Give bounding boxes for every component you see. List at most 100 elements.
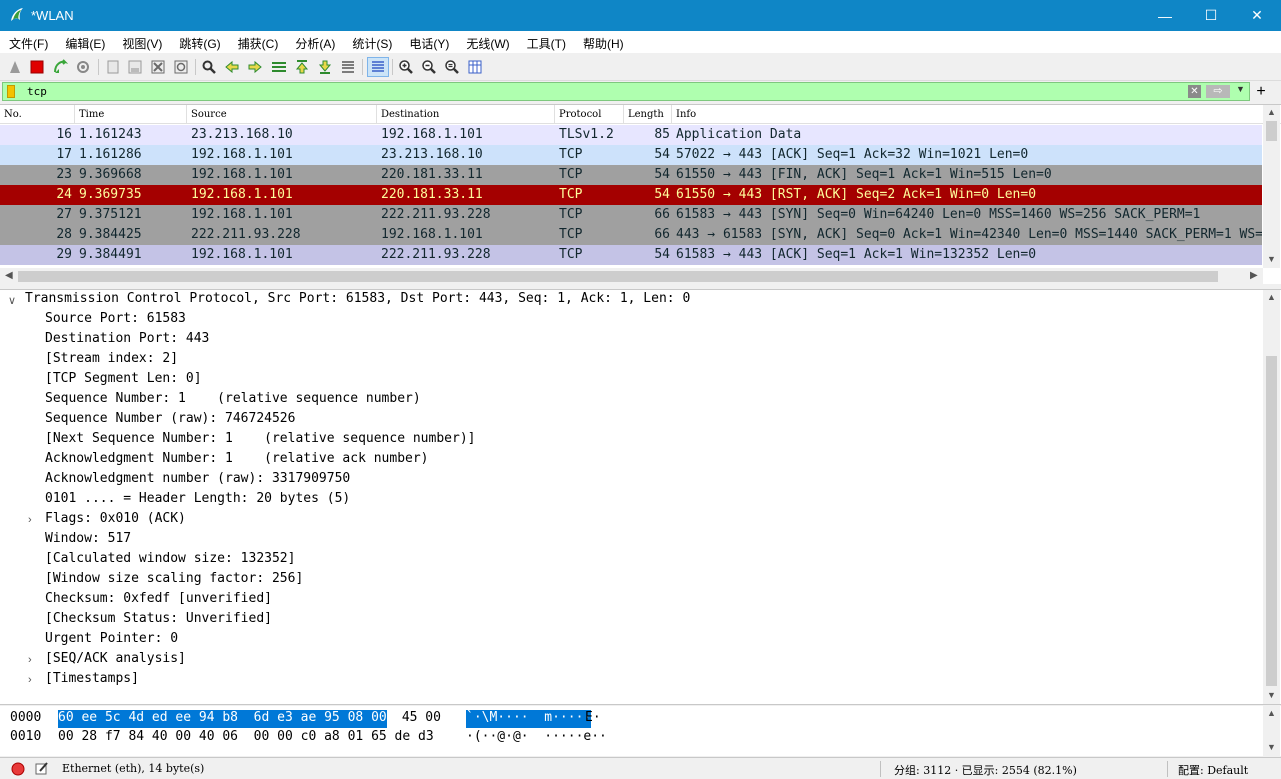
protocol-field-line[interactable]: [TCP Segment Len: 0] [45,371,202,391]
scroll-left-icon[interactable]: ◀ [5,270,13,281]
packet-row[interactable]: 27 9.375121 192.168.1.101 222.211.93.228 TCP… [0,205,1262,225]
packet-row[interactable]: 24 9.369735 192.168.1.101 220.181.33.11 TCP 5… [0,185,1262,205]
packet-row[interactable]: 23 9.369668 192.168.1.101 220.181.33.11 TCP 5… [0,165,1262,185]
go-last-button[interactable] [316,58,334,76]
resize-columns-button[interactable] [466,58,484,76]
menu-help[interactable]: 帮助(H) [574,31,632,53]
menu-wireless[interactable]: 无线(W) [457,31,517,53]
protocol-field-line[interactable]: Checksum: 0xfedf [unverified] [45,591,272,611]
packet-list-vertical-scrollbar[interactable]: ▲ ▼ [1263,105,1280,268]
packet-row[interactable]: 29 9.384491 192.168.1.101 222.211.93.228 TCP… [0,245,1262,265]
packet-row[interactable]: 28 9.384425 222.211.93.228 192.168.1.101 TCP… [0,225,1262,245]
protocol-field-line[interactable]: Flags: 0x010 (ACK) [45,511,186,531]
protocol-field-line[interactable]: Destination Port: 443 [45,331,209,351]
bytes-vertical-scrollbar[interactable]: ▲ ▼ [1263,706,1280,756]
start-capture-button[interactable] [6,58,24,76]
expand-arrow-icon[interactable]: › [28,514,32,526]
clear-filter-icon[interactable]: ✕ [1188,85,1201,98]
protocol-field-line[interactable]: [Checksum Status: Unverified] [45,611,272,631]
scrollbar-thumb[interactable] [1266,121,1277,141]
column-header-length[interactable]: Length [624,105,672,124]
protocol-field-line[interactable]: [Window size scaling factor: 256] [45,571,303,591]
hex-bytes-highlighted[interactable]: 60 ee 5c 4d ed ee 94 b8 6d e3 ae 95 08 0… [58,710,387,728]
menu-statistics[interactable]: 统计(S) [343,31,400,53]
stop-capture-button[interactable] [28,58,46,76]
menu-analyze[interactable]: 分析(A) [286,31,343,53]
protocol-field-line[interactable]: [Timestamps] [45,671,139,691]
minimize-button[interactable]: — [1142,0,1188,31]
close-window-button[interactable]: ✕ [1234,0,1280,31]
capture-comment-icon[interactable] [34,761,49,776]
colorize-button[interactable] [367,57,389,77]
zoom-in-button[interactable] [397,58,415,76]
go-forward-button[interactable] [246,58,264,76]
save-file-button[interactable] [126,58,144,76]
protocol-field-line[interactable]: Source Port: 61583 [45,311,186,331]
go-back-button[interactable] [223,58,241,76]
ascii-bytes[interactable]: ·(··@·@· ·····e·· [466,729,607,747]
maximize-button[interactable]: ☐ [1188,0,1234,31]
protocol-field-line[interactable]: [Calculated window size: 132352] [45,551,295,571]
open-file-button[interactable] [104,58,122,76]
column-header-destination[interactable]: Destination [377,105,555,124]
scroll-down-icon[interactable]: ▼ [1267,254,1276,264]
protocol-field-line[interactable]: [SEQ/ACK analysis] [45,651,186,671]
restart-capture-button[interactable] [51,58,69,76]
column-header-info[interactable]: Info [672,105,1263,124]
expand-arrow-icon[interactable]: › [28,674,32,686]
scrollbar-thumb[interactable] [1266,356,1277,686]
display-filter-input[interactable]: tcp [27,85,47,98]
add-filter-button[interactable]: + [1253,82,1269,101]
expert-info-icon[interactable] [11,762,25,776]
ascii-bytes-highlighted[interactable]: `·\M···· m····· [466,710,592,728]
scroll-down-icon[interactable]: ▼ [1267,742,1276,752]
scroll-right-icon[interactable]: ▶ [1250,270,1258,281]
packet-row[interactable]: 16 1.161243 23.213.168.10 192.168.1.101 TLSv… [0,125,1262,145]
status-profile[interactable]: 配置: Default [1178,762,1248,778]
hex-bytes[interactable]: 00 28 f7 84 40 00 40 06 00 00 c0 a8 01 6… [58,729,434,747]
menu-tools[interactable]: 工具(T) [518,31,574,53]
expand-arrow-icon[interactable]: › [28,654,32,666]
reload-file-button[interactable] [172,58,190,76]
column-header-protocol[interactable]: Protocol [555,105,624,124]
close-file-button[interactable] [149,58,167,76]
scroll-up-icon[interactable]: ▲ [1267,292,1276,302]
ascii-bytes[interactable]: E· [585,710,601,728]
scrollbar-thumb[interactable] [18,271,1218,282]
hex-bytes[interactable]: 45 00 [394,710,441,728]
protocol-field-line[interactable]: [Stream index: 2] [45,351,178,371]
menu-capture[interactable]: 捕获(C) [229,31,287,53]
go-to-packet-button[interactable] [270,58,288,76]
go-first-button[interactable] [293,58,311,76]
zoom-out-button[interactable] [420,58,438,76]
scroll-down-icon[interactable]: ▼ [1267,690,1276,700]
menu-edit[interactable]: 编辑(E) [56,31,113,53]
apply-filter-icon[interactable]: ⇨ [1206,85,1230,98]
packet-list-horizontal-scrollbar[interactable]: ◀ ▶ [0,268,1263,285]
menu-go[interactable]: 跳转(G) [170,31,228,53]
column-header-time[interactable]: Time [75,105,187,124]
menu-telephony[interactable]: 电话(Y) [400,31,457,53]
protocol-field-line[interactable]: Acknowledgment number (raw): 3317909750 [45,471,350,491]
protocol-field-line[interactable]: [Next Sequence Number: 1 (relative seque… [45,431,475,451]
menu-view[interactable]: 视图(V) [113,31,170,53]
protocol-field-line[interactable]: Sequence Number: 1 (relative sequence nu… [45,391,421,411]
scroll-up-icon[interactable]: ▲ [1267,107,1276,117]
column-header-no[interactable]: No. [0,105,75,124]
filter-history-dropdown-icon[interactable]: ▼ [1236,84,1245,94]
protocol-tree-header[interactable]: Transmission Control Protocol, Src Port:… [25,291,690,311]
details-vertical-scrollbar[interactable]: ▲ ▼ [1263,290,1280,704]
packet-row[interactable]: 17 1.161286 192.168.1.101 23.213.168.10 TCP 5… [0,145,1262,165]
filter-bookmark-icon[interactable] [7,85,15,98]
collapse-arrow-icon[interactable]: ∨ [8,294,16,307]
protocol-field-line[interactable]: Window: 517 [45,531,131,551]
capture-options-button[interactable] [74,58,92,76]
column-header-source[interactable]: Source [187,105,377,124]
find-packet-button[interactable] [200,58,218,76]
protocol-field-line[interactable]: Sequence Number (raw): 746724526 [45,411,295,431]
zoom-normal-button[interactable] [443,58,461,76]
scroll-up-icon[interactable]: ▲ [1267,708,1276,718]
protocol-field-line[interactable]: 0101 .... = Header Length: 20 bytes (5) [45,491,350,511]
auto-scroll-button[interactable] [339,58,357,76]
protocol-field-line[interactable]: Urgent Pointer: 0 [45,631,178,651]
